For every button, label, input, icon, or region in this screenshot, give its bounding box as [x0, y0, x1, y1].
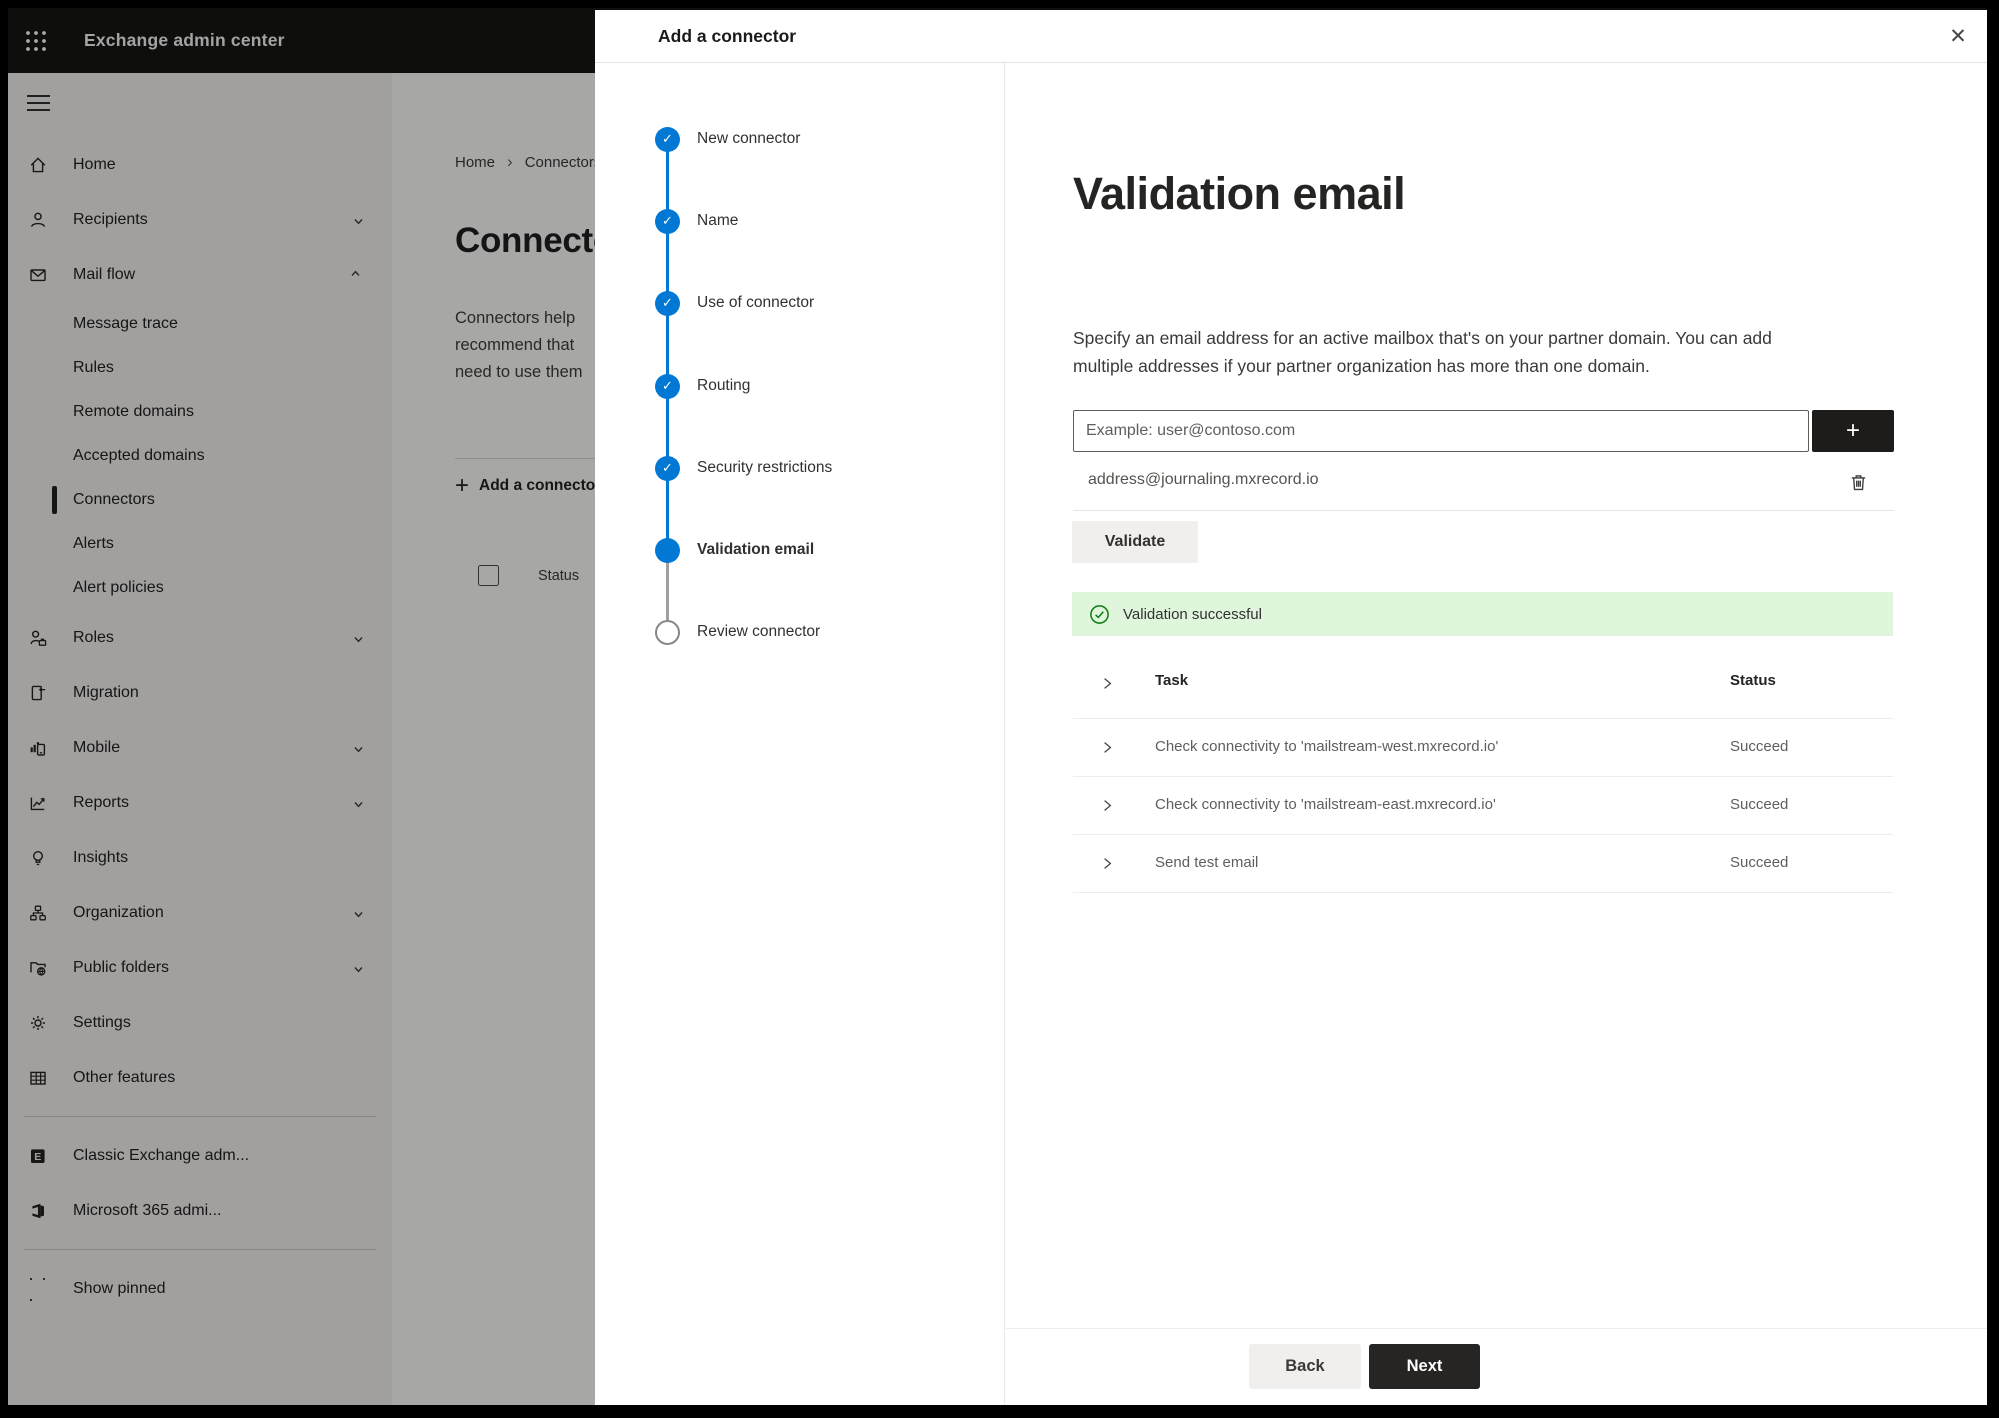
- step-completed-icon: ✓: [655, 126, 680, 152]
- panel-header: Add a connector: [595, 10, 1987, 63]
- divider: [1073, 510, 1894, 511]
- step-label: Routing: [697, 377, 751, 394]
- task-row-check-connectivity-to-mailstream-east-mx: Check connectivity to 'mailstream-east.m…: [1073, 776, 1893, 834]
- close-button[interactable]: ✕: [1941, 20, 1975, 54]
- step-label: Review connector: [697, 623, 821, 640]
- validation-success-banner: Validation successful: [1072, 592, 1893, 636]
- step-name[interactable]: ✓ Name: [655, 208, 739, 234]
- footer-divider: [1006, 1328, 1987, 1329]
- task-cell: Send test email: [1155, 854, 1259, 871]
- step-completed-icon: ✓: [655, 208, 680, 234]
- step-completed-icon: ✓: [655, 290, 680, 316]
- step-upcoming-icon: [655, 619, 680, 645]
- task-column-header: Task: [1155, 672, 1189, 689]
- status-cell: Succeed: [1730, 738, 1789, 755]
- task-table-header: Task Status: [595, 662, 1987, 719]
- step-review-connector[interactable]: Review connector: [655, 619, 821, 645]
- step-label: New connector: [697, 130, 801, 147]
- panel-title: Add a connector: [658, 26, 797, 46]
- email-address-input[interactable]: [1073, 410, 1809, 452]
- step-label: Name: [697, 212, 739, 229]
- step-validation-email[interactable]: Validation email: [655, 537, 815, 563]
- divider: [1073, 892, 1893, 893]
- delete-address-button[interactable]: [1845, 468, 1873, 496]
- step-current-icon: [655, 537, 680, 563]
- status-cell: Succeed: [1730, 796, 1789, 813]
- step-label: Validation email: [697, 541, 815, 558]
- task-row-check-connectivity-to-mailstream-west-mx: Check connectivity to 'mailstream-west.m…: [1073, 718, 1893, 776]
- step-label: Security restrictions: [697, 459, 833, 476]
- add-email-button[interactable]: +: [1812, 410, 1894, 452]
- step-new-connector[interactable]: ✓ New connector: [655, 126, 801, 152]
- wizard-steps: ✓ New connector ✓ Name ✓ Use of connector ✓ Rou…: [595, 63, 1005, 1405]
- add-connector-panel: Add a connector ✕ ✓ New connector ✓ Name ✓ Us…: [595, 10, 1987, 1405]
- step-label: Use of connector: [697, 294, 815, 311]
- expand-row-chevron-icon[interactable]: [1100, 798, 1115, 813]
- status-cell: Succeed: [1730, 854, 1789, 871]
- next-button[interactable]: Next: [1369, 1344, 1480, 1389]
- expand-all-chevron-icon[interactable]: [1100, 676, 1115, 691]
- success-check-icon: [1090, 604, 1109, 624]
- content-description: Specify an email address for an active m…: [1073, 328, 1772, 376]
- back-button[interactable]: Back: [1249, 1344, 1361, 1389]
- success-message: Validation successful: [1123, 605, 1262, 623]
- content-heading: Validation email: [1073, 168, 1406, 219]
- step-use-of-connector[interactable]: ✓ Use of connector: [655, 290, 815, 316]
- trash-icon: [1851, 474, 1866, 490]
- step-connector-line-upcoming: [666, 562, 669, 620]
- added-email-address: address@journaling.mxrecord.io: [1088, 471, 1319, 488]
- expand-row-chevron-icon[interactable]: [1100, 740, 1115, 755]
- task-row-send-test-email: Send test email Succeed: [1073, 834, 1893, 892]
- task-cell: Check connectivity to 'mailstream-west.m…: [1155, 738, 1499, 755]
- task-cell: Check connectivity to 'mailstream-east.m…: [1155, 796, 1496, 813]
- step-routing[interactable]: ✓ Routing: [655, 373, 751, 399]
- step-completed-icon: ✓: [655, 373, 680, 399]
- step-security-restrictions[interactable]: ✓ Security restrictions: [655, 455, 833, 481]
- step-completed-icon: ✓: [655, 455, 680, 481]
- validate-button[interactable]: Validate: [1072, 521, 1198, 563]
- status-column-header: Status: [1730, 672, 1776, 689]
- expand-row-chevron-icon[interactable]: [1100, 856, 1115, 871]
